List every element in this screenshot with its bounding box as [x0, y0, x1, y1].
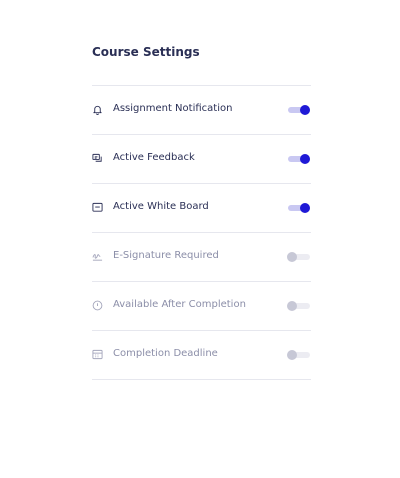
- toggle-knob: [300, 105, 310, 115]
- calendar-icon: [92, 349, 103, 360]
- toggle-knob: [300, 203, 310, 213]
- course-settings-panel: Course Settings Assignment Notification …: [92, 40, 311, 380]
- assignment-notification-toggle[interactable]: [287, 102, 311, 118]
- active-feedback-toggle[interactable]: [287, 151, 311, 167]
- setting-row-assignment-notification: Assignment Notification: [92, 86, 311, 135]
- toggle-knob: [287, 252, 297, 262]
- setting-label: Active Feedback: [113, 152, 195, 163]
- clock-icon: [92, 300, 103, 311]
- setting-label: Assignment Notification: [113, 103, 233, 114]
- available-after-completion-toggle[interactable]: [287, 298, 311, 314]
- setting-row-e-signature-required: E-Signature Required: [92, 233, 311, 282]
- e-signature-required-toggle[interactable]: [287, 249, 311, 265]
- signature-icon: [92, 251, 103, 262]
- setting-label: Available After Completion: [113, 299, 246, 310]
- setting-label: Active White Board: [113, 201, 209, 212]
- toggle-knob: [287, 350, 297, 360]
- setting-row-active-white-board: Active White Board: [92, 184, 311, 233]
- active-white-board-toggle[interactable]: [287, 200, 311, 216]
- setting-label: Completion Deadline: [113, 348, 218, 359]
- page-title: Course Settings: [92, 45, 200, 59]
- toggle-knob: [287, 301, 297, 311]
- whiteboard-icon: [92, 202, 103, 213]
- completion-deadline-toggle[interactable]: [287, 347, 311, 363]
- feedback-icon: [92, 153, 103, 164]
- bell-icon: [92, 104, 103, 115]
- setting-row-active-feedback: Active Feedback: [92, 135, 311, 184]
- setting-row-available-after-completion: Available After Completion: [92, 282, 311, 331]
- toggle-knob: [300, 154, 310, 164]
- setting-label: E-Signature Required: [113, 250, 219, 261]
- setting-row-completion-deadline: Completion Deadline: [92, 331, 311, 380]
